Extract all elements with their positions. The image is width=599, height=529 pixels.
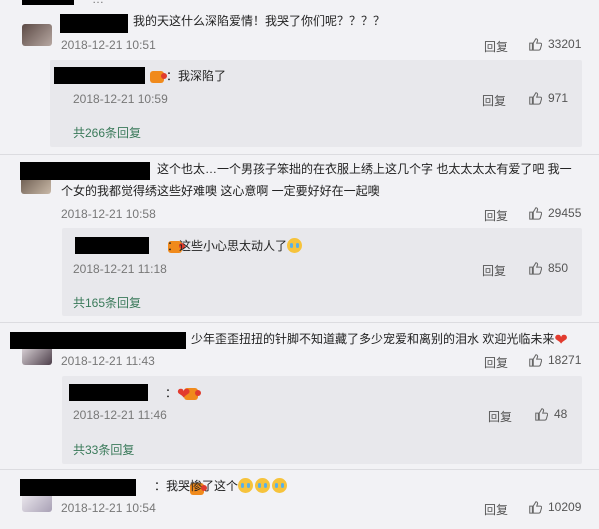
red-heart-emoji: ❤ <box>177 386 191 403</box>
like-button[interactable]: 18271 <box>528 353 581 367</box>
comment-text: 我的天这什么深陷爱情！我哭了你们呢？？？？ <box>133 14 386 28</box>
sub-reply-text: ：这些小心思太动人了 <box>167 236 303 257</box>
reply-button[interactable]: 回复 <box>484 354 508 371</box>
like-count: 971 <box>548 91 569 105</box>
thumbs-up-icon <box>529 262 542 275</box>
like-count: 10209 <box>548 500 582 514</box>
crying-face-emoji <box>238 478 254 493</box>
like-button[interactable]: 971 <box>528 91 568 105</box>
top-partial-text: … <box>92 0 104 6</box>
reply-button[interactable]: 回复 <box>484 501 508 518</box>
sub-reply-text: ：❤ <box>165 386 191 403</box>
more-replies-link[interactable]: 共266条回复 <box>73 124 141 141</box>
divider <box>0 322 599 323</box>
redacted-username <box>22 0 74 5</box>
crying-face-emoji <box>255 478 271 493</box>
comment-text: ：我哭惨了这个 <box>154 476 288 497</box>
redacted-username[interactable] <box>10 332 186 349</box>
thumbs-up-icon <box>535 408 548 421</box>
reply-button[interactable]: 回复 <box>488 408 512 425</box>
crying-face-emoji <box>287 238 303 253</box>
more-replies-link[interactable]: 共33条回复 <box>73 441 134 458</box>
comment-text: 少年歪歪扭扭的针脚不知道藏了多少宠爱和离别的泪水 欢迎光临未来❤ <box>191 332 568 349</box>
comment-text-line-2: 个女的我都觉得绣这些好难噢 这心意啊 一定要好好在一起噢 <box>61 184 380 198</box>
divider <box>0 154 599 155</box>
thumbs-up-icon <box>529 354 542 367</box>
divider <box>0 469 599 470</box>
like-button[interactable]: 850 <box>528 261 568 275</box>
user-badge-icon <box>150 71 167 83</box>
like-count: 18271 <box>548 353 582 367</box>
sub-reply-time: 2018-12-21 11:46 <box>73 408 167 422</box>
redacted-username[interactable] <box>60 14 128 33</box>
crying-face-emoji <box>272 478 288 493</box>
red-heart-emoji: ❤ <box>554 332 568 349</box>
comment-text-line-1: 这个也太…一个男孩子笨拙的在衣服上绣上这几个字 也太太太太有爱了吧 我一 <box>157 162 572 176</box>
like-count: 48 <box>554 407 568 421</box>
like-count: 33201 <box>548 37 582 51</box>
more-replies-link[interactable]: 共165条回复 <box>73 294 141 311</box>
avatar[interactable] <box>22 24 52 46</box>
thumbs-up-icon <box>529 38 542 51</box>
reply-button[interactable]: 回复 <box>484 38 508 55</box>
sub-reply-time: 2018-12-21 10:59 <box>73 92 168 106</box>
like-button[interactable]: 10209 <box>528 500 581 514</box>
like-count: 850 <box>548 261 569 275</box>
comment-time: 2018-12-21 10:54 <box>61 501 156 515</box>
reply-button[interactable]: 回复 <box>482 92 506 109</box>
redacted-username[interactable] <box>54 67 145 84</box>
reply-button[interactable]: 回复 <box>482 262 506 279</box>
like-button[interactable]: 48 <box>534 407 567 421</box>
reply-button[interactable]: 回复 <box>484 207 508 224</box>
comment-time: 2018-12-21 10:58 <box>61 207 156 221</box>
sub-reply-text: ：我深陷了 <box>166 69 227 83</box>
redacted-username[interactable] <box>75 237 149 254</box>
like-count: 29455 <box>548 206 582 220</box>
comment-time: 2018-12-21 10:51 <box>61 38 156 52</box>
redacted-username[interactable] <box>20 479 136 496</box>
redacted-username[interactable] <box>69 384 148 401</box>
sub-reply-time: 2018-12-21 11:18 <box>73 262 167 276</box>
comment-time: 2018-12-21 11:43 <box>61 354 155 368</box>
like-button[interactable]: 33201 <box>528 37 581 51</box>
thumbs-up-icon <box>529 207 542 220</box>
redacted-username[interactable] <box>20 162 150 180</box>
like-button[interactable]: 29455 <box>528 206 581 220</box>
thumbs-up-icon <box>529 501 542 514</box>
thumbs-up-icon <box>529 92 542 105</box>
